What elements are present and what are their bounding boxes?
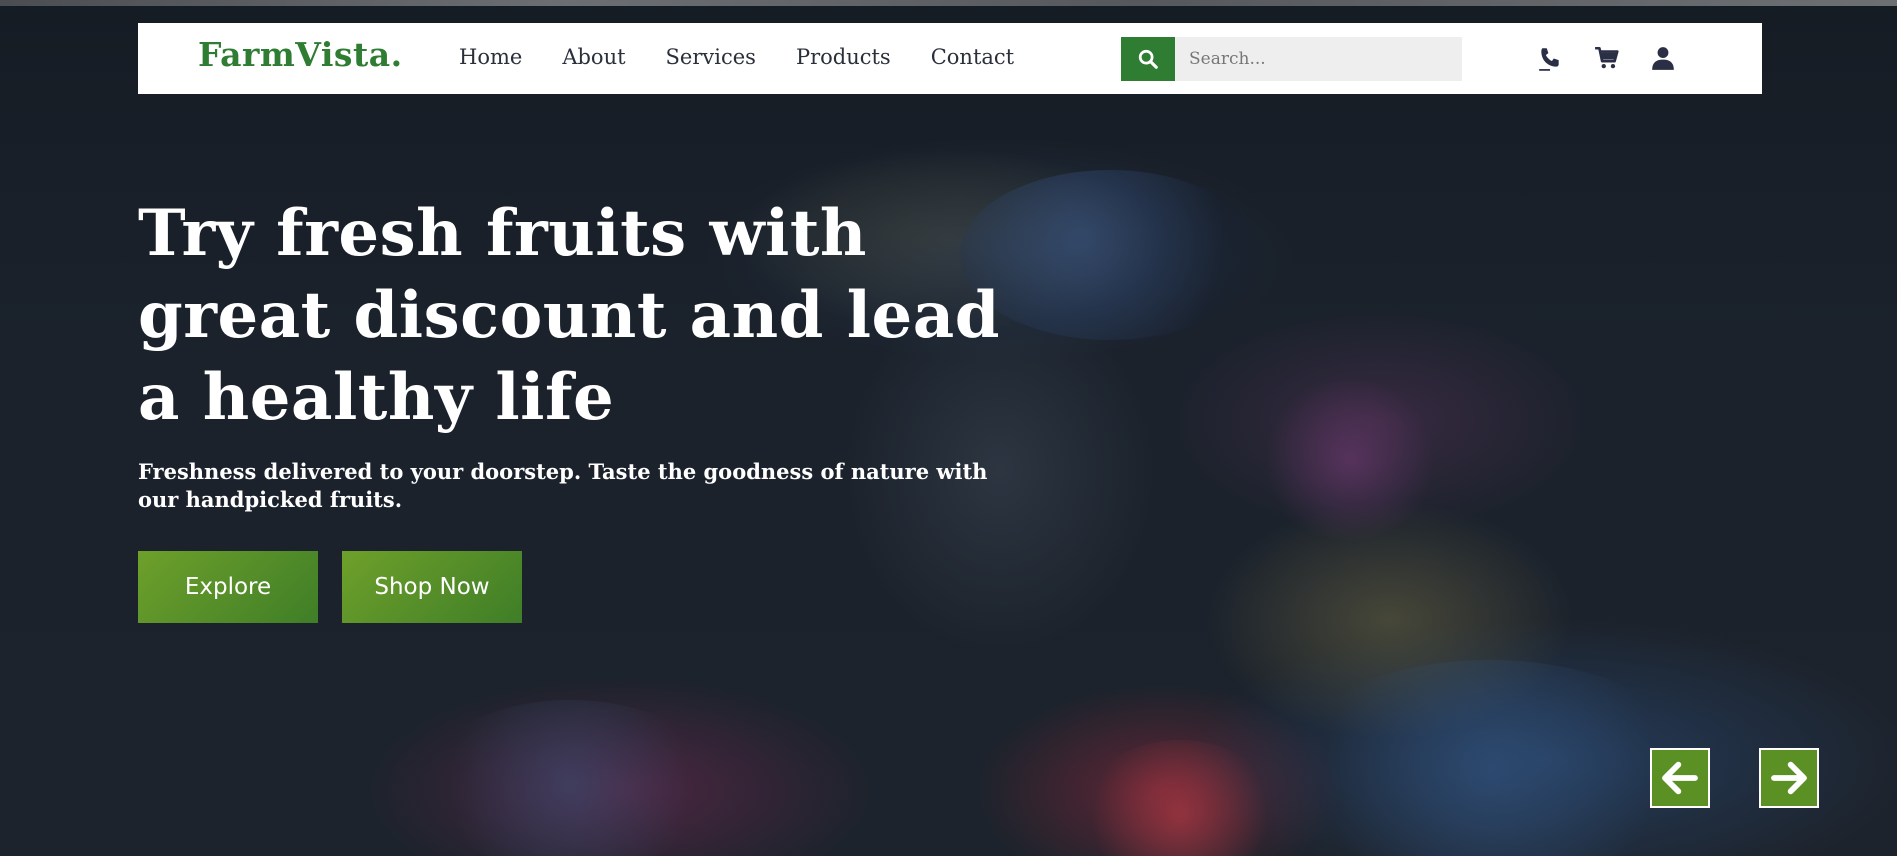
search-icon: [1138, 49, 1158, 69]
phone-icon: [1539, 48, 1559, 71]
grapes-decoration-3: [420, 700, 720, 856]
search-bar: [1121, 37, 1462, 81]
search-button[interactable]: [1121, 37, 1175, 81]
phone-button[interactable]: [1535, 43, 1565, 73]
fig-decoration: [1080, 740, 1280, 856]
nav-link-contact[interactable]: Contact: [931, 45, 1014, 69]
arrow-left-icon: [1662, 761, 1698, 795]
hero-title: Try fresh fruits with great discount and…: [138, 196, 1000, 435]
shop-now-button[interactable]: Shop Now: [342, 551, 522, 623]
nav-link-about[interactable]: About: [562, 45, 625, 69]
nav-link-services[interactable]: Services: [666, 45, 756, 69]
user-button[interactable]: [1648, 43, 1678, 73]
grapes-decoration-2: [1280, 660, 1700, 856]
slider-next-button[interactable]: [1759, 748, 1819, 808]
search-input[interactable]: [1175, 37, 1462, 81]
slider-prev-button[interactable]: [1650, 748, 1710, 808]
nav-link-home[interactable]: Home: [459, 45, 522, 69]
top-strip: [0, 0, 1897, 6]
cart-button[interactable]: [1592, 43, 1622, 73]
site-header: FarmVista. Home About Services Products …: [138, 23, 1762, 94]
brand-logo[interactable]: FarmVista.: [198, 35, 403, 74]
cart-icon: [1595, 46, 1619, 69]
user-icon: [1652, 47, 1674, 70]
arrow-right-icon: [1771, 761, 1807, 795]
hero-subtitle: Freshness delivered to your doorstep. Ta…: [138, 459, 988, 512]
main-nav: Home About Services Products Contact: [459, 45, 1054, 69]
nav-link-products[interactable]: Products: [796, 45, 891, 69]
plum-decoration: [1260, 380, 1440, 540]
explore-button[interactable]: Explore: [138, 551, 318, 623]
